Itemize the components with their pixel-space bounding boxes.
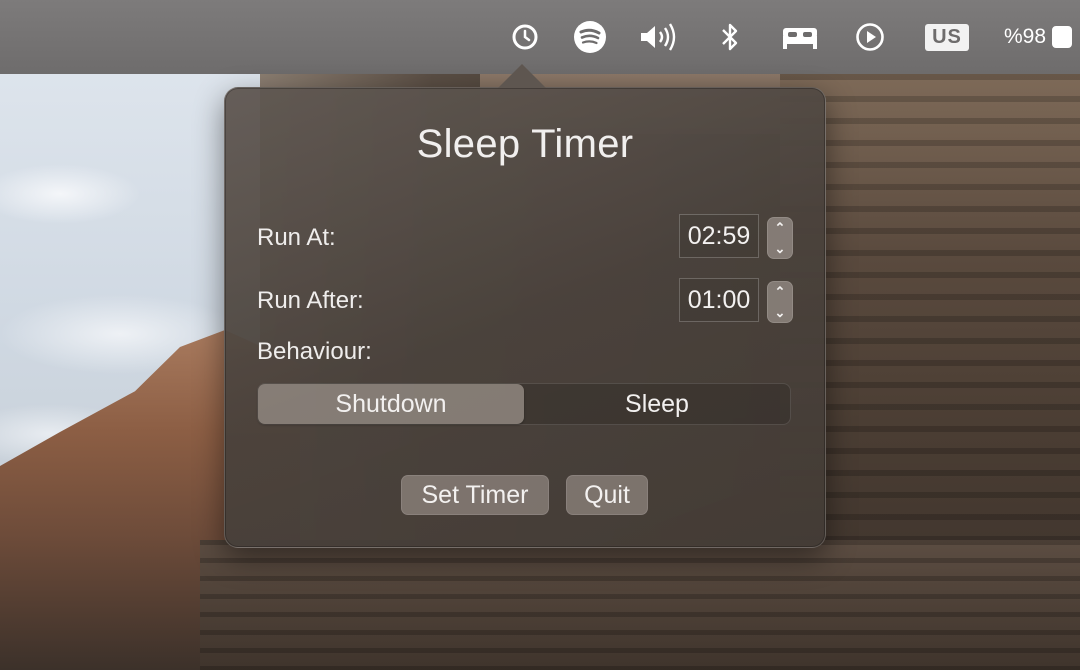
quit-button[interactable]: Quit <box>566 475 648 515</box>
run-at-stepper[interactable]: ⌃ ⌄ <box>767 217 793 259</box>
input-source-indicator[interactable]: US <box>924 18 970 56</box>
run-after-label: Run After: <box>257 287 364 314</box>
behaviour-label: Behaviour: <box>257 338 372 365</box>
menu-bar: US %98 <box>0 0 1080 74</box>
battery-status[interactable]: %98 <box>1004 18 1080 56</box>
wallpaper-cliff-bottom <box>200 540 1080 670</box>
run-after-time-field[interactable]: 01:00 <box>679 278 759 322</box>
popover-arrow <box>498 64 546 88</box>
battery-percent: %98 <box>1004 25 1047 48</box>
sleep-timer-popover: Sleep Timer Run At: 02:59 ⌃ ⌄ Run After:… <box>224 87 826 548</box>
segment-sleep[interactable]: Sleep <box>524 384 790 424</box>
chevron-down-icon[interactable]: ⌄ <box>775 306 786 319</box>
popover-title: Sleep Timer <box>416 122 634 166</box>
segment-shutdown[interactable]: Shutdown <box>258 384 524 424</box>
volume-icon[interactable] <box>637 18 681 56</box>
chevron-down-icon[interactable]: ⌄ <box>775 242 786 255</box>
spotify-icon[interactable] <box>571 18 609 56</box>
run-at-time-field[interactable]: 02:59 <box>679 214 759 258</box>
clock-icon[interactable] <box>508 18 542 56</box>
behaviour-segmented-control: Shutdown Sleep <box>257 383 791 425</box>
bed-icon[interactable] <box>778 18 822 56</box>
input-source-label: US <box>925 23 969 51</box>
chevron-up-icon[interactable]: ⌃ <box>775 221 786 234</box>
run-after-stepper[interactable]: ⌃ ⌄ <box>767 281 793 323</box>
chevron-up-icon[interactable]: ⌃ <box>775 285 786 298</box>
play-icon[interactable] <box>853 18 887 56</box>
set-timer-button[interactable]: Set Timer <box>401 475 549 515</box>
bluetooth-icon[interactable] <box>716 18 744 56</box>
run-at-label: Run At: <box>257 224 336 251</box>
battery-icon <box>1052 26 1073 48</box>
